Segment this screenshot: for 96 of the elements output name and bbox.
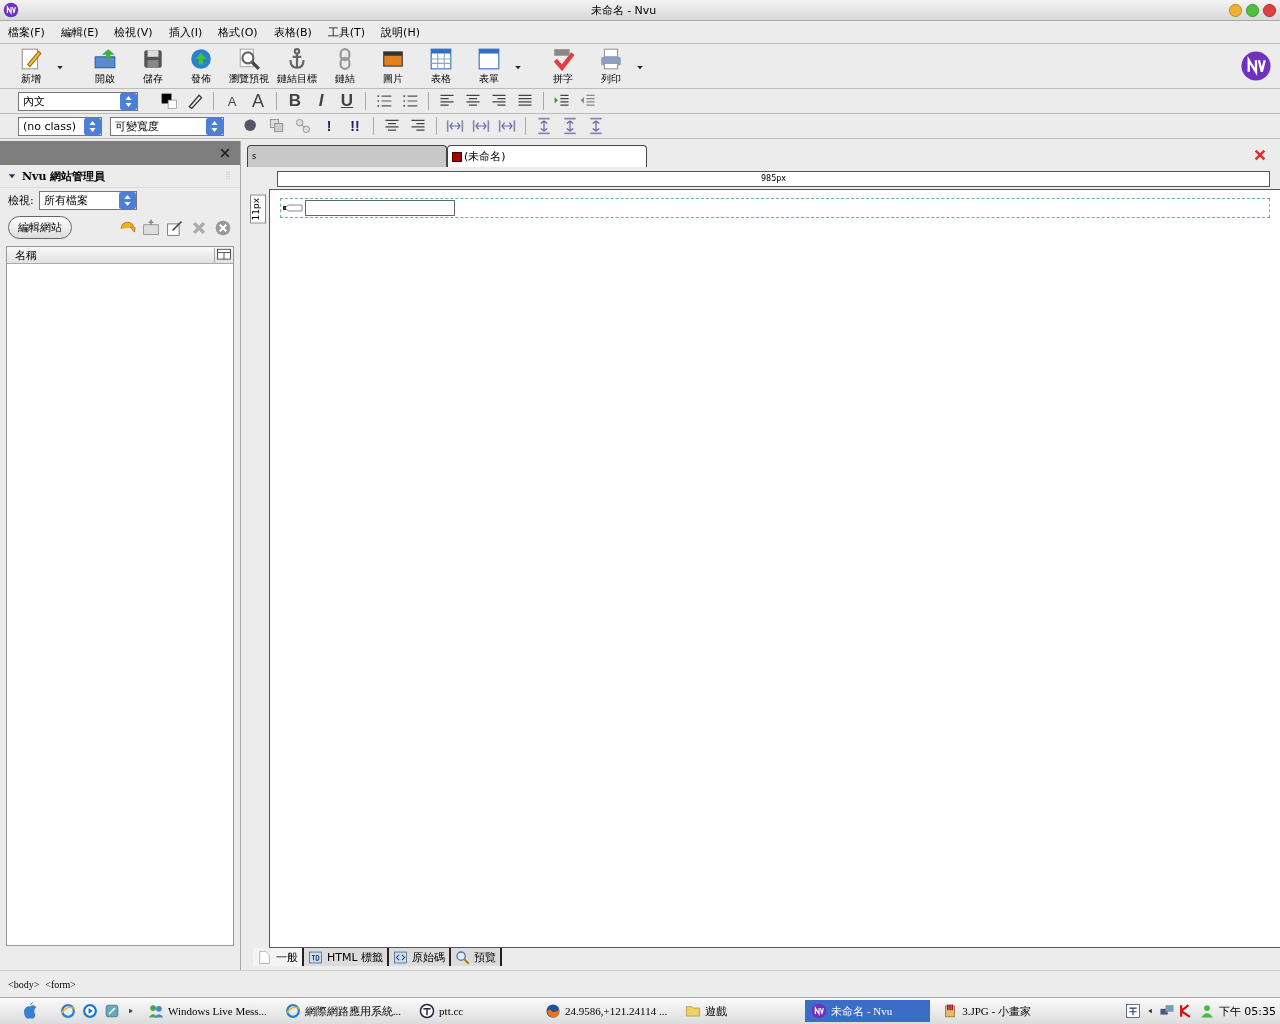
format-button[interactable]: A bbox=[221, 91, 243, 111]
folder-icon bbox=[685, 1003, 702, 1019]
vmid-icon bbox=[561, 117, 579, 135]
height-ruler: 11px bbox=[250, 195, 266, 224]
open-icon bbox=[93, 47, 117, 71]
page-icon bbox=[257, 949, 272, 965]
td-icon bbox=[308, 949, 323, 965]
window-title: 未命名 - Nvu bbox=[589, 2, 658, 18]
toolbar-button[interactable]: 列印 bbox=[588, 45, 634, 88]
hleft-icon bbox=[446, 117, 464, 135]
table-icon bbox=[429, 47, 453, 71]
toolbar-button[interactable]: 鏈結目標 bbox=[274, 45, 320, 88]
toolbar-button[interactable]: 新增 bbox=[8, 45, 54, 88]
close-icon bbox=[218, 146, 232, 160]
document-tab[interactable]: s bbox=[247, 145, 447, 167]
panel-title: Nvu 網站管理員 bbox=[22, 168, 107, 184]
toolbar-button[interactable]: 鏈結 bbox=[322, 45, 368, 88]
toolbar-button[interactable]: 發佈 bbox=[178, 45, 224, 88]
edit-site-button[interactable]: 編輯網站 bbox=[8, 216, 72, 239]
ime-icon bbox=[1124, 1003, 1141, 1019]
paragraph-style-select[interactable]: 內文 bbox=[18, 91, 138, 111]
desk-icon bbox=[104, 1003, 120, 1019]
menu-item[interactable]: 表格(B) bbox=[273, 24, 312, 40]
code-icon bbox=[393, 949, 409, 965]
save-icon bbox=[141, 47, 165, 71]
format-button[interactable]: B bbox=[284, 91, 306, 111]
toolbar-button[interactable]: 儲存 bbox=[130, 45, 176, 88]
spin-icon bbox=[206, 117, 223, 135]
toolbar-button[interactable]: 圖片 bbox=[370, 45, 416, 88]
taskbar-button[interactable]: ptt.cc bbox=[413, 1000, 534, 1022]
magnifier-icon bbox=[455, 949, 471, 965]
publish-icon bbox=[189, 47, 213, 71]
menu-item[interactable]: 檔案(F) bbox=[8, 24, 45, 40]
menu-item[interactable]: 檢視(V) bbox=[114, 24, 153, 40]
menu-item[interactable]: 編輯(E) bbox=[60, 24, 99, 40]
view-select[interactable]: 所有檔案 bbox=[38, 191, 137, 210]
people-icon bbox=[148, 1003, 164, 1019]
format-button[interactable]: !! bbox=[344, 116, 366, 136]
document-tab[interactable]: (未命名) bbox=[447, 145, 647, 167]
hcenter-icon bbox=[472, 117, 490, 135]
taskbar-button[interactable]: 3.JPG - 小畫家 bbox=[936, 1000, 1057, 1022]
mode-tab[interactable]: 預覽 bbox=[451, 948, 503, 966]
toolbar-button[interactable]: 表單 bbox=[466, 45, 512, 88]
format-button[interactable]: U bbox=[336, 91, 358, 111]
class-select[interactable]: (no class) bbox=[18, 116, 102, 136]
vtop-icon bbox=[535, 117, 553, 135]
taskbar-button[interactable]: 遊戲 bbox=[679, 1000, 800, 1022]
menu-item[interactable]: 說明(H) bbox=[381, 24, 420, 40]
ul-icon bbox=[401, 92, 419, 110]
modified-icon bbox=[452, 151, 462, 162]
nodes-icon bbox=[294, 117, 312, 135]
format-button[interactable]: I bbox=[310, 91, 332, 111]
mode-tab[interactable]: HTML 標籤 bbox=[304, 948, 390, 966]
pencil-icon bbox=[186, 92, 204, 110]
preview-icon bbox=[237, 47, 261, 71]
taskbar-button[interactable]: 未命名 - Nvu bbox=[805, 1000, 931, 1022]
print-icon bbox=[599, 47, 623, 71]
format-button[interactable]: A bbox=[247, 91, 269, 111]
redclose-icon bbox=[1252, 147, 1268, 163]
text-input-field[interactable] bbox=[305, 200, 455, 216]
newfolder-icon bbox=[142, 218, 160, 237]
width-ruler: 985px bbox=[277, 171, 1270, 187]
user-icon bbox=[1198, 1003, 1215, 1019]
toolbar-button[interactable]: 瀏覽預視 bbox=[226, 45, 272, 88]
tag-path-item[interactable]: <body> bbox=[8, 978, 40, 990]
form-marker-icon bbox=[283, 204, 303, 212]
mode-tab[interactable]: 原始碼 bbox=[389, 948, 452, 966]
tag-path-item[interactable]: <form> bbox=[45, 978, 76, 990]
spell-icon bbox=[551, 47, 575, 71]
vbot-icon bbox=[587, 117, 605, 135]
hright-icon bbox=[498, 117, 516, 135]
spin-icon bbox=[120, 92, 137, 110]
ol-icon bbox=[375, 92, 393, 110]
toolbar-button[interactable]: 拼字 bbox=[540, 45, 586, 88]
spin-icon bbox=[118, 192, 136, 209]
color-icon bbox=[160, 92, 178, 110]
new-icon bbox=[19, 47, 43, 71]
menu-item[interactable]: 插入(I) bbox=[168, 24, 203, 40]
taskbar-button[interactable]: 24.9586,+121.24114 ... bbox=[539, 1000, 674, 1022]
menu-item[interactable]: 工具(T) bbox=[327, 24, 366, 40]
taskbar-button[interactable]: Windows Live Mess... bbox=[142, 1000, 273, 1022]
toolbar-button[interactable]: 表格 bbox=[418, 45, 464, 88]
stop-icon bbox=[214, 218, 232, 237]
width-select[interactable]: 可變寬度 bbox=[110, 116, 224, 136]
form-icon bbox=[477, 47, 501, 71]
clock: 下午 05:35 bbox=[1218, 1003, 1276, 1019]
taskbar-button[interactable]: 網際網路應用系統... bbox=[278, 1000, 408, 1022]
format-button[interactable]: ! bbox=[318, 116, 340, 136]
spin-icon bbox=[84, 117, 101, 135]
view-label: 檢視: bbox=[8, 193, 34, 208]
mode-tab[interactable]: 一般 bbox=[253, 948, 304, 966]
stack-icon bbox=[268, 117, 286, 135]
edit-icon bbox=[166, 218, 184, 237]
menu-item[interactable]: 格式(O) bbox=[218, 24, 258, 40]
media-icon bbox=[82, 1003, 98, 1019]
toolbar-button[interactable]: 開啟 bbox=[82, 45, 128, 88]
